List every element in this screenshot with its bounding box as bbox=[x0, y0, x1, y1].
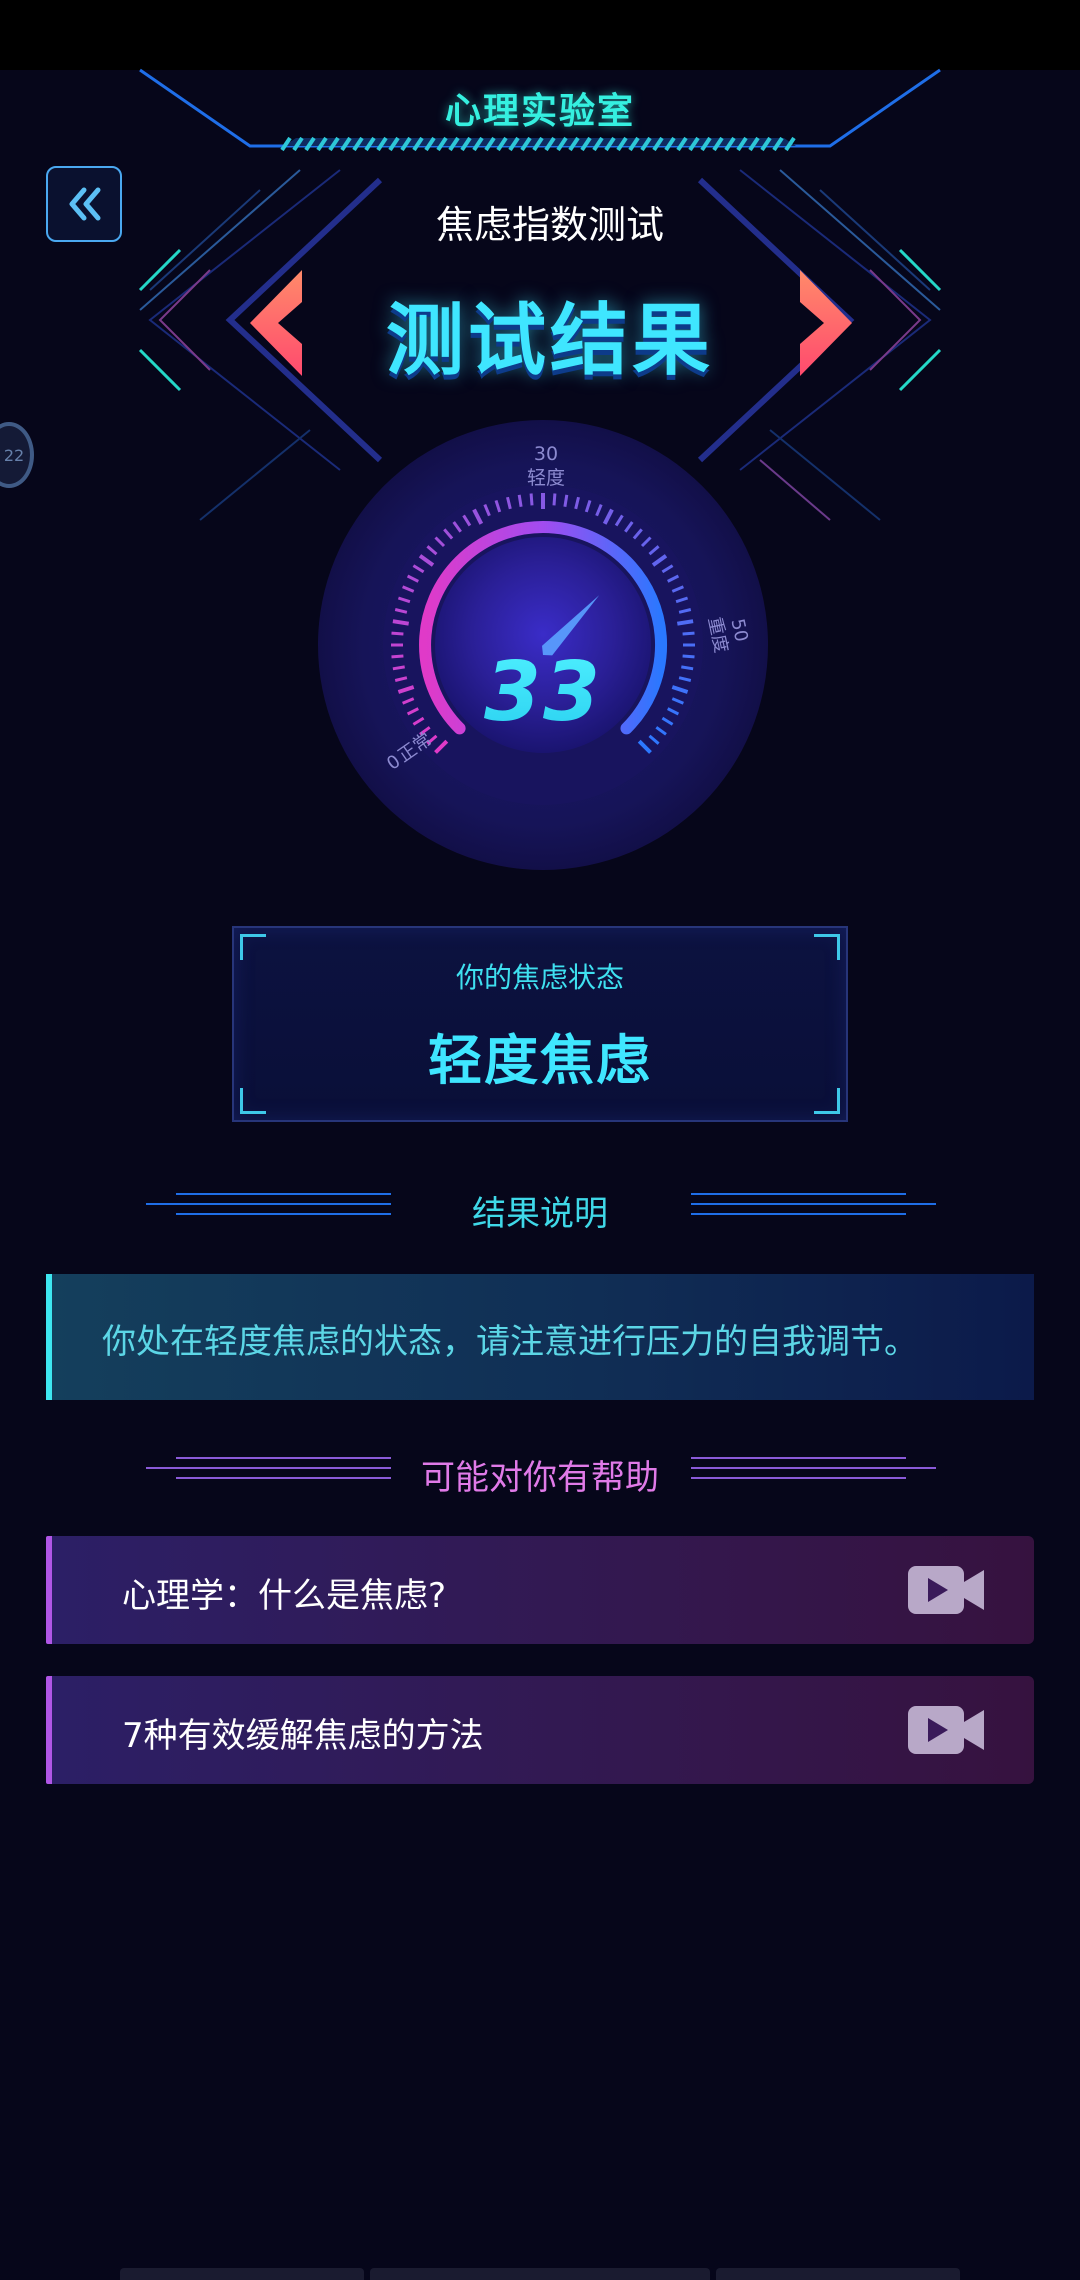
gauge-tick bbox=[391, 654, 404, 659]
help-item-what-is-anxiety[interactable]: 心理学：什么是焦虑? bbox=[46, 1536, 1034, 1644]
gauge-tick bbox=[529, 493, 534, 506]
explanation-card: 你处在轻度焦虑的状态，请注意进行压力的自我调节。 bbox=[46, 1274, 1034, 1400]
heading-lines-right bbox=[691, 1193, 936, 1215]
gauge-tick bbox=[391, 631, 404, 636]
gauge-tick bbox=[682, 654, 695, 659]
lab-title: 心理实验室 bbox=[444, 91, 635, 132]
explanation-text: 你处在轻度焦虑的状态，请注意进行压力的自我调节。 bbox=[102, 1322, 918, 1362]
status-label: 你的焦虑状态 bbox=[455, 961, 624, 994]
gauge-score: 33 bbox=[484, 645, 602, 740]
gauge-tick bbox=[563, 494, 569, 507]
gauge-tick bbox=[552, 493, 557, 506]
gauge-tick bbox=[681, 665, 694, 671]
status-value: 轻度焦虑 bbox=[428, 1029, 652, 1092]
help-item-relief-methods[interactable]: 7种有效缓解焦虑的方法 bbox=[46, 1676, 1034, 1784]
anxiety-gauge: 33 30 轻度 50 重度 0 正常 bbox=[318, 420, 768, 870]
video-icon bbox=[908, 1706, 984, 1754]
gauge-tick bbox=[682, 631, 695, 636]
gauge-mid-value: 30 bbox=[534, 443, 558, 465]
help-item-label: 7种有效缓解焦虑的方法 bbox=[122, 1716, 484, 1756]
bottom-tab[interactable] bbox=[370, 2268, 710, 2280]
anxiety-status-box: 你的焦虑状态 轻度焦虑 bbox=[232, 926, 848, 1122]
gauge-tick bbox=[676, 619, 694, 626]
video-icon bbox=[908, 1566, 984, 1614]
bottom-tab[interactable] bbox=[716, 2268, 960, 2280]
gauge-tick bbox=[392, 619, 410, 626]
gauge-mid-tag: 轻度 bbox=[527, 467, 565, 489]
result-title: 测试结果 bbox=[385, 296, 714, 386]
gauge-tick bbox=[517, 494, 523, 507]
bottom-tab[interactable] bbox=[120, 2268, 364, 2280]
test-name: 焦虑指数测试 bbox=[435, 203, 664, 247]
gauge-tick bbox=[392, 665, 405, 671]
result-page: 心理实验室 焦虑指数测试 测试结果 22 33 30 轻度 50 重度 0 正常… bbox=[0, 0, 1080, 2280]
heading-lines-right bbox=[691, 1457, 936, 1479]
help-item-label: 心理学：什么是焦虑? bbox=[122, 1576, 447, 1616]
